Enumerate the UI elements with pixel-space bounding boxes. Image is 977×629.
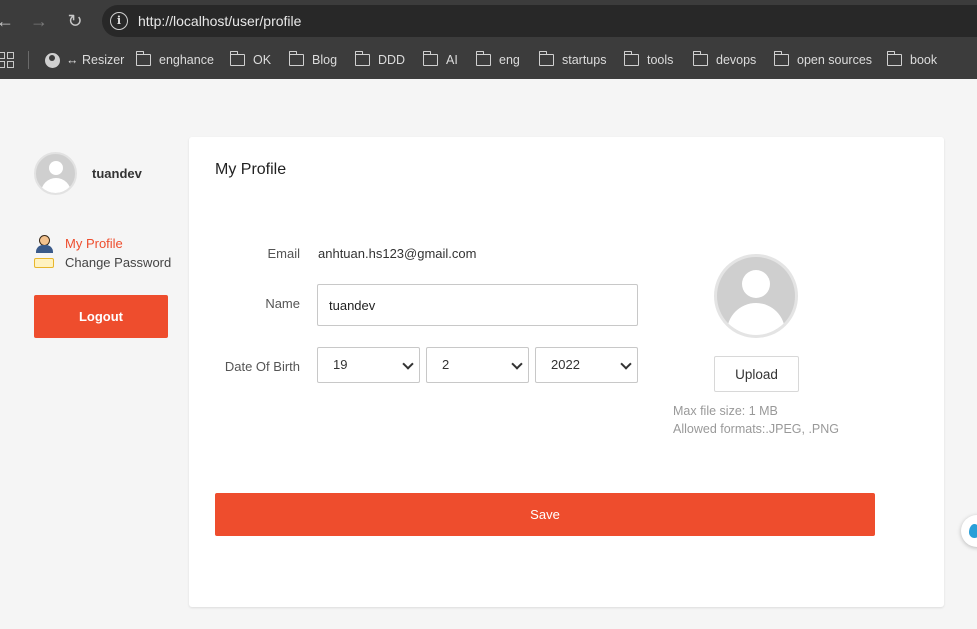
bookmark-folder[interactable]: eng xyxy=(475,51,520,69)
folder-icon xyxy=(422,51,438,66)
dob-year-value: 2022 xyxy=(551,357,580,372)
sidebar-user: tuandev xyxy=(34,152,142,195)
bookmark-folder[interactable]: AI xyxy=(422,51,458,69)
bookmark-folder[interactable]: Blog xyxy=(288,51,338,69)
folder-icon xyxy=(135,51,151,66)
folder-icon xyxy=(623,51,639,66)
profile-card: My Profile Email anhtuan.hs123@gmail.com… xyxy=(189,137,944,607)
key-icon xyxy=(34,254,56,272)
bookmark-label: eng xyxy=(499,53,520,67)
dob-month-select[interactable]: 2 xyxy=(426,347,529,383)
sidebar-menu: My Profile Change Password xyxy=(34,234,171,272)
sidebar-item-change-password[interactable]: Change Password xyxy=(34,253,171,272)
avatar xyxy=(34,152,77,195)
email-value: anhtuan.hs123@gmail.com xyxy=(318,246,477,261)
chevron-down-icon xyxy=(511,358,523,370)
save-button[interactable]: Save xyxy=(215,493,875,536)
dob-month-value: 2 xyxy=(442,357,450,372)
bookmark-label: book xyxy=(910,53,938,67)
max-file-size-hint: Max file size: 1 MB xyxy=(673,404,778,418)
bookmark-folder[interactable]: DDD xyxy=(354,51,406,69)
folder-icon xyxy=(354,51,370,66)
floating-widget[interactable] xyxy=(961,515,977,547)
bookmark-label: ↔ Resizer xyxy=(66,53,125,67)
dob-day-select[interactable]: 19 xyxy=(317,347,420,383)
forward-icon[interactable]: → xyxy=(28,10,50,32)
page-title: My Profile xyxy=(215,161,287,178)
folder-icon xyxy=(538,51,554,66)
back-icon[interactable]: ← xyxy=(0,10,16,32)
reload-icon[interactable]: ↻ xyxy=(64,10,86,32)
chevron-down-icon xyxy=(402,358,414,370)
bookmark-label: Blog xyxy=(312,53,338,67)
logout-button[interactable]: Logout xyxy=(34,295,168,338)
dob-day-value: 19 xyxy=(333,357,348,372)
upload-button[interactable]: Upload xyxy=(714,356,799,392)
bookmark-label: OK xyxy=(253,53,272,67)
folder-icon xyxy=(288,51,304,66)
bookmark-label: tools xyxy=(647,53,674,67)
bookmark-label: DDD xyxy=(378,53,406,67)
sidebar-item-label: Change Password xyxy=(65,255,172,270)
drop-icon xyxy=(969,524,977,538)
folder-icon xyxy=(229,51,245,66)
chevron-down-icon xyxy=(620,358,632,370)
profile-avatar xyxy=(714,254,798,338)
dob-label: Date Of Birth xyxy=(224,359,300,374)
bookmark-folder[interactable]: book xyxy=(886,51,938,69)
dob-year-select[interactable]: 2022 xyxy=(535,347,638,383)
folder-icon xyxy=(773,51,789,66)
globe-icon xyxy=(45,52,60,68)
folder-icon xyxy=(475,51,491,66)
bookmark-label: AI xyxy=(446,53,458,67)
name-label: Name xyxy=(265,296,300,311)
bookmark-folder[interactable]: open sources xyxy=(773,51,873,69)
bookmark-label: startups xyxy=(562,53,607,67)
browser-toolbar: ← → ↻ i http://localhost/user/profile xyxy=(0,0,977,42)
bookmark-folder[interactable]: OK xyxy=(229,51,272,69)
bookmark-label: enghance xyxy=(159,53,214,67)
bookmarks-bar: ↔ Resizer enghance OK Blog DDD AI eng st… xyxy=(0,42,977,79)
sidebar-item-my-profile[interactable]: My Profile xyxy=(34,234,171,253)
url-text[interactable]: http://localhost/user/profile xyxy=(138,13,301,29)
email-label: Email xyxy=(267,246,300,261)
apps-grid-icon[interactable] xyxy=(0,52,14,68)
username: tuandev xyxy=(92,166,142,181)
bookmark-folder[interactable]: devops xyxy=(692,51,757,69)
site-info-icon[interactable]: i xyxy=(110,12,128,30)
folder-icon xyxy=(886,51,902,66)
bookmark-folder[interactable]: enghance xyxy=(135,51,214,69)
bookmark-folder[interactable]: startups xyxy=(538,51,607,69)
bookmark-folder[interactable]: tools xyxy=(623,51,674,69)
folder-icon xyxy=(692,51,708,66)
sidebar-item-label: My Profile xyxy=(65,236,123,251)
bookmark-label: devops xyxy=(716,53,757,67)
user-icon xyxy=(34,234,56,253)
address-bar[interactable]: i http://localhost/user/profile xyxy=(102,5,977,37)
bookmarks-separator xyxy=(28,51,29,69)
allowed-formats-hint: Allowed formats:.JPEG, .PNG xyxy=(673,422,840,436)
bookmark-resizer[interactable]: ↔ Resizer xyxy=(45,51,124,69)
name-input[interactable] xyxy=(317,284,638,326)
bookmark-label: open sources xyxy=(797,53,873,67)
